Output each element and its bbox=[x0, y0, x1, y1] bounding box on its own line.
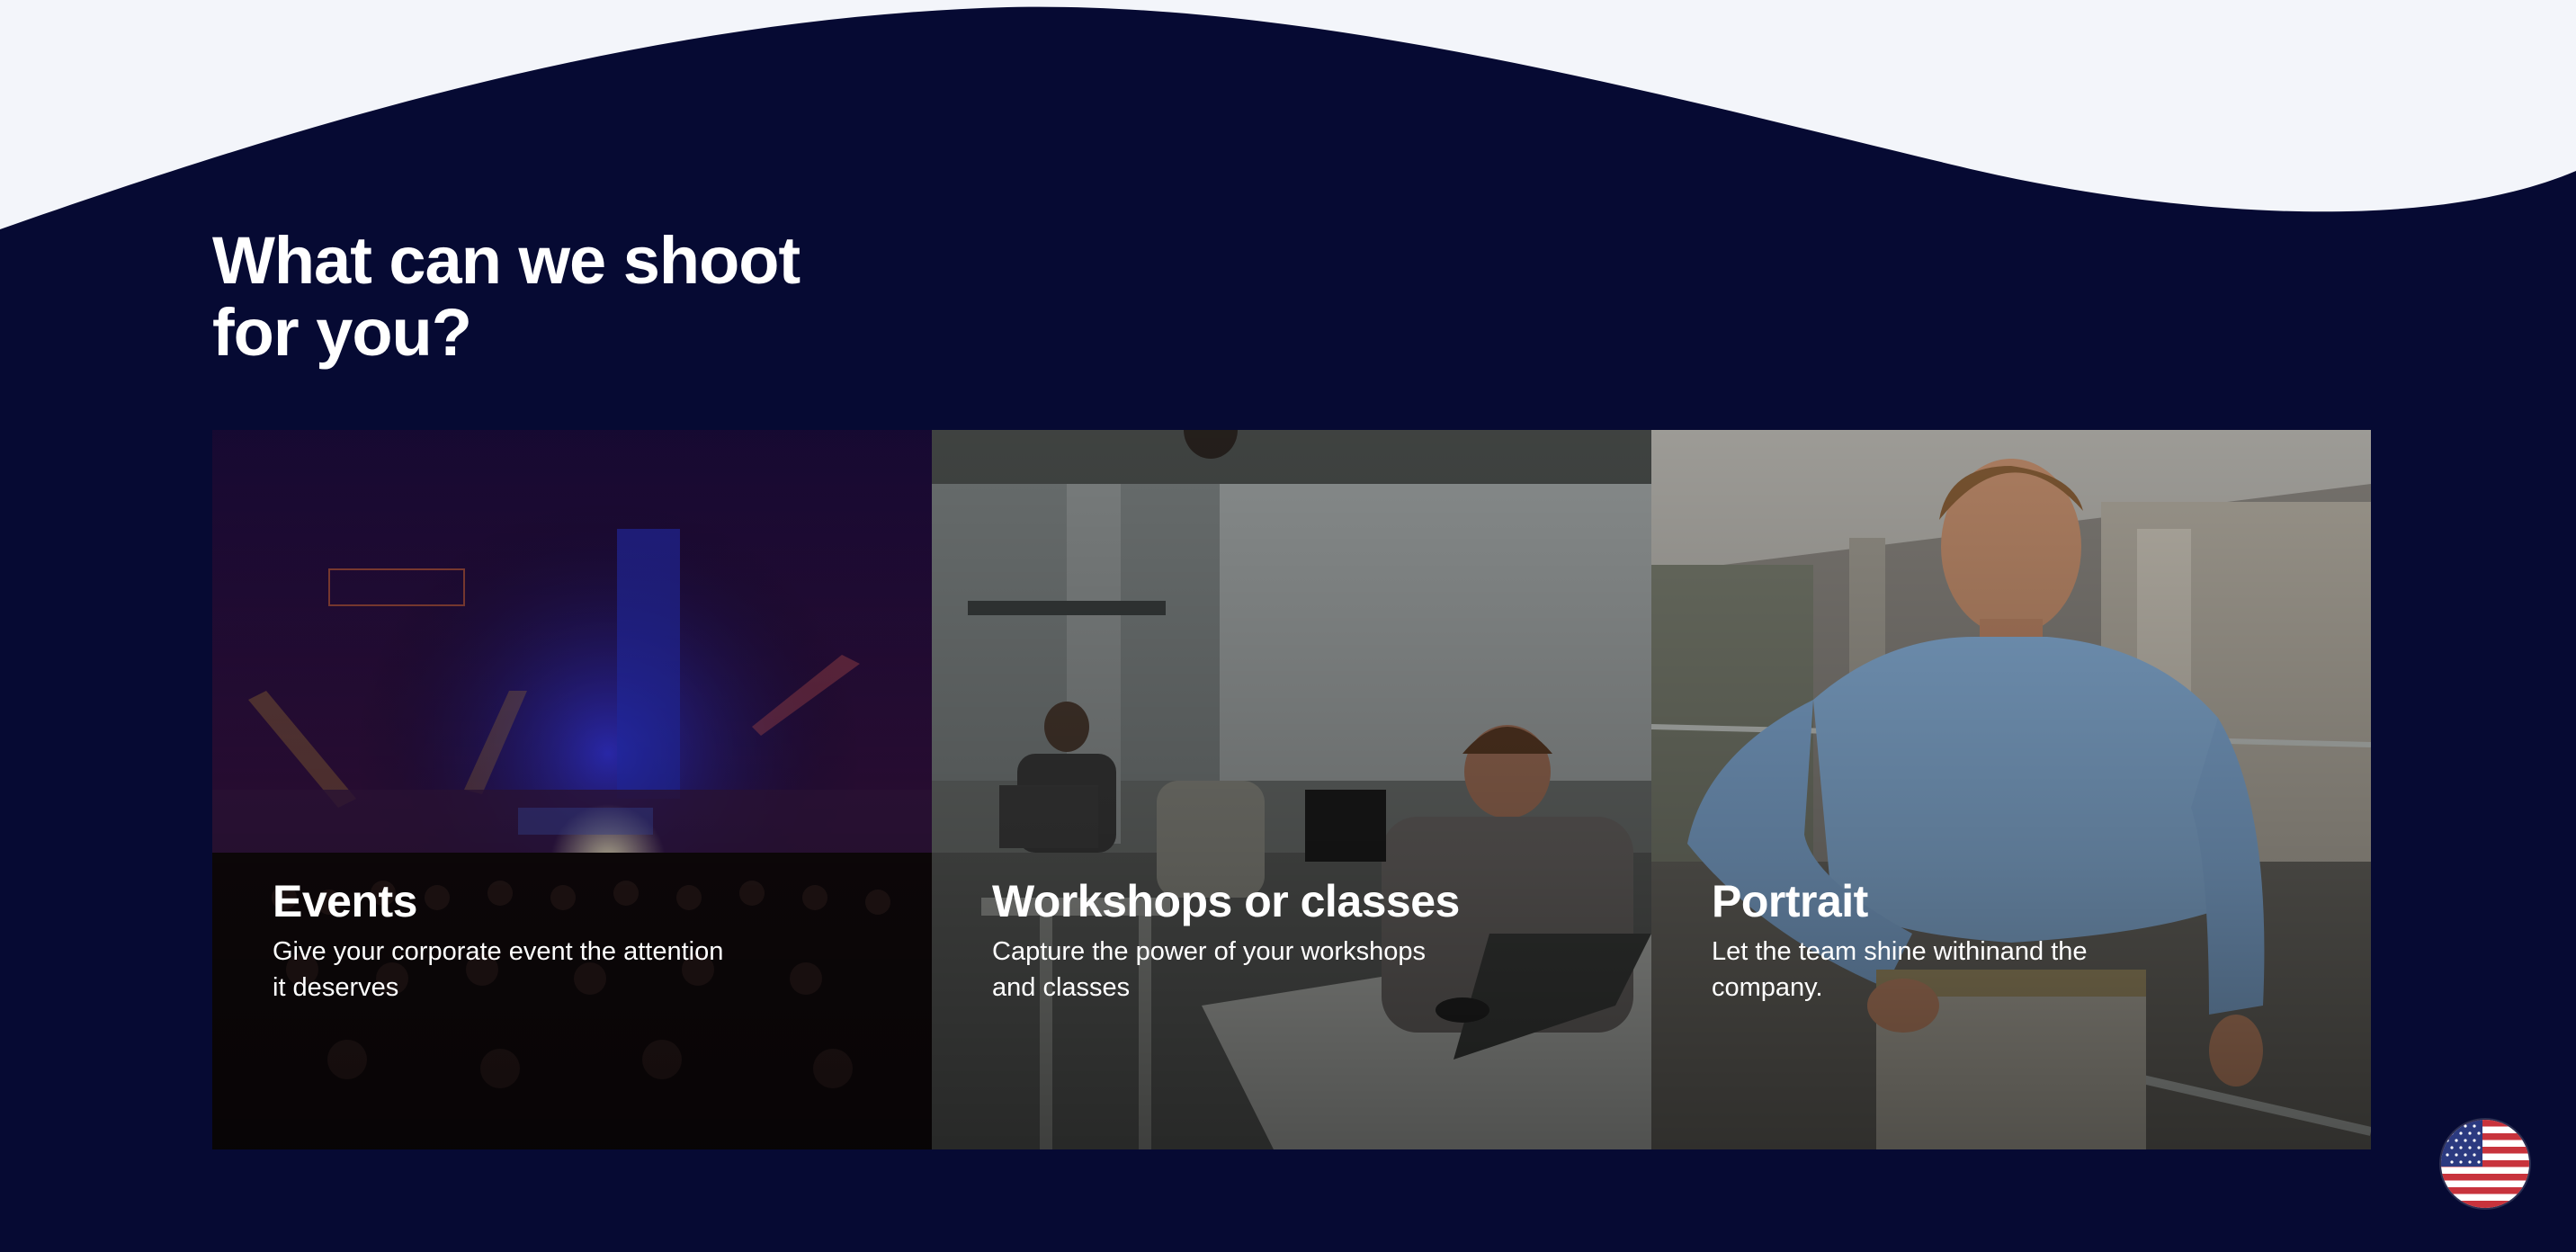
card-events[interactable]: Events Give your corporate event the att… bbox=[212, 430, 932, 1149]
card-title: Workshops or classes bbox=[992, 876, 1460, 926]
card-description: Let the team shine withinand the company… bbox=[1712, 937, 2088, 1002]
language-switcher[interactable] bbox=[2441, 1120, 2529, 1208]
card-title: Portrait bbox=[1712, 876, 1868, 926]
section-heading: What can we shoot for you? bbox=[212, 223, 801, 370]
top-wave-divider bbox=[0, 0, 2576, 229]
card-description: Capture the power of your workshops and … bbox=[992, 937, 1426, 1002]
card-workshops[interactable]: Workshops or classes Capture the power o… bbox=[932, 430, 1651, 1149]
us-flag-icon bbox=[2441, 1120, 2529, 1208]
card-description: Give your corporate event the attention … bbox=[273, 937, 724, 1002]
services-cards: Events Give your corporate event the att… bbox=[212, 430, 2371, 1149]
card-title: Events bbox=[273, 876, 417, 926]
card-portrait[interactable]: Portrait Let the team shine withinand th… bbox=[1651, 430, 2371, 1149]
